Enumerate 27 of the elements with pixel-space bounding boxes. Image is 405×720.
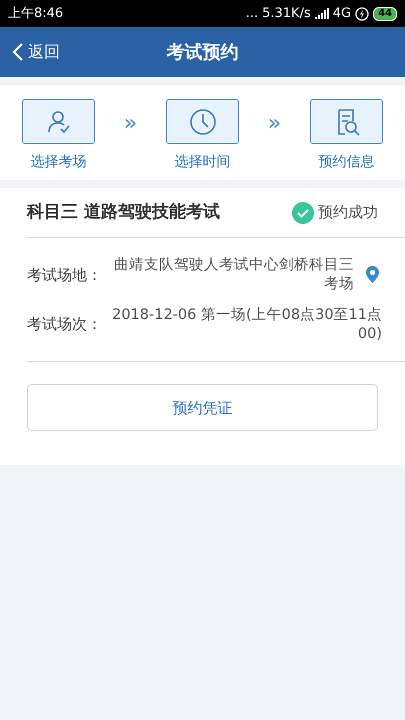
exam-title: 科目三 道路驾驶技能考试 bbox=[27, 200, 220, 224]
step-label: 选择时间 bbox=[174, 153, 230, 172]
field-value: 曲靖支队驾驶人考试中心剑桥科目三考场 bbox=[113, 256, 354, 294]
field-label: 考试场地： bbox=[27, 264, 102, 286]
status-text: 预约成功 bbox=[318, 202, 378, 224]
check-circle-icon bbox=[292, 202, 314, 224]
step-button[interactable] bbox=[166, 99, 239, 144]
field-value: 2018-12-06 第一场(上午08点30至11点00) bbox=[111, 306, 382, 344]
page-title: 考试预约 bbox=[166, 40, 238, 64]
step-button[interactable] bbox=[310, 99, 383, 144]
step-label: 预约信息 bbox=[318, 153, 374, 172]
notification-dots: ... bbox=[246, 4, 258, 23]
step-label: 选择考场 bbox=[30, 153, 86, 172]
location-pin-icon[interactable] bbox=[366, 266, 379, 284]
field-label: 考试场次： bbox=[27, 314, 102, 336]
charging-icon bbox=[355, 6, 370, 20]
step-arrow: » bbox=[124, 110, 138, 138]
network-speed: 5.31K/s bbox=[262, 4, 311, 23]
step-button[interactable] bbox=[22, 99, 95, 144]
signal-icon bbox=[314, 8, 329, 19]
status-time: 上午8:46 bbox=[8, 4, 64, 23]
voucher-button[interactable]: 预约凭证 bbox=[27, 384, 378, 432]
network-type: 4G bbox=[332, 4, 352, 23]
step-arrow: » bbox=[268, 110, 282, 138]
battery-icon: 44 bbox=[373, 6, 397, 20]
back-button[interactable]: 返回 bbox=[12, 40, 60, 64]
back-chevron-icon bbox=[12, 42, 24, 62]
